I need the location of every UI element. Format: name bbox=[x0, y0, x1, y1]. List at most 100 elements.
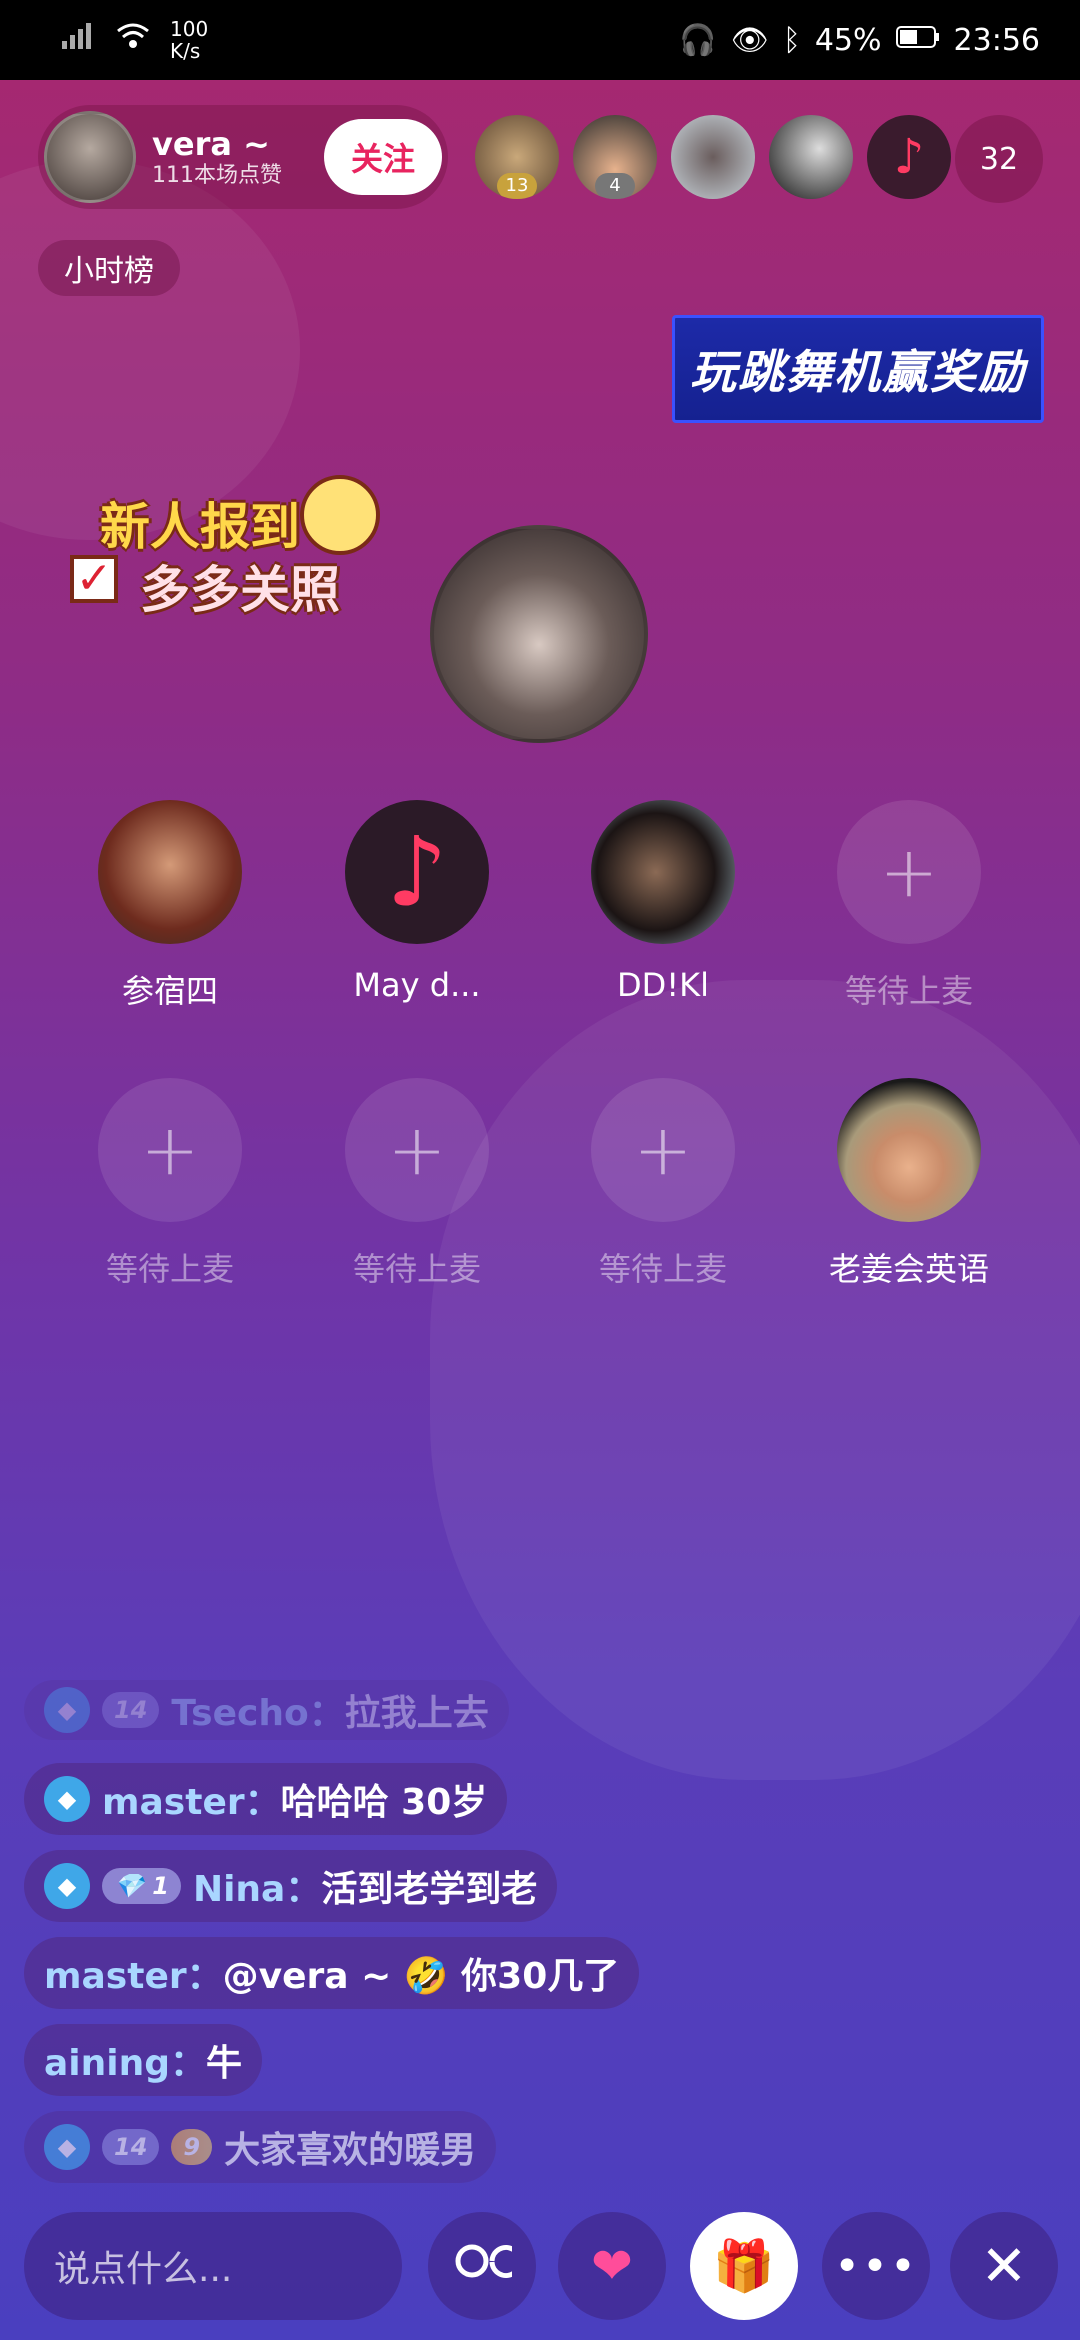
chat-username[interactable]: master： bbox=[102, 1773, 281, 1825]
mic-seat[interactable]: ♪ May d... bbox=[317, 800, 517, 1004]
chat-message[interactable]: master： @vera ~ 🤣 你30几了 bbox=[24, 1937, 640, 2009]
interaction-button[interactable]: ❤ bbox=[558, 2212, 666, 2320]
add-seat-button[interactable]: + bbox=[345, 1078, 489, 1222]
level-badge-icon: ◆ bbox=[44, 1776, 90, 1822]
more-button[interactable]: ••• bbox=[822, 2212, 930, 2320]
sticker-line-2: 多多关照 bbox=[140, 561, 340, 619]
chat-message[interactable]: ◆ 14 9 大家喜欢的暖男 bbox=[24, 2111, 497, 2183]
mic-seat-empty[interactable]: + 等待上麦 bbox=[809, 800, 1009, 1012]
user-level-badge: 💎 1 bbox=[102, 1868, 181, 1904]
hourly-rank-button[interactable]: 小时榜 bbox=[38, 240, 180, 296]
plus-icon: + bbox=[633, 1109, 693, 1191]
chat-text: 牛 bbox=[206, 2043, 243, 2084]
seat-label: 参宿四 bbox=[121, 972, 218, 1010]
seat-label: May d... bbox=[353, 966, 481, 1004]
chat-message[interactable]: ◆ master： 哈哈哈 30岁 bbox=[24, 1763, 508, 1835]
seat-avatar[interactable] bbox=[837, 1078, 981, 1222]
level-badge-icon: ◆ bbox=[44, 1863, 90, 1909]
signal-icon bbox=[60, 21, 96, 59]
net-speed: 100 K/s bbox=[170, 17, 209, 63]
link-icon bbox=[452, 2237, 523, 2295]
plus-icon: + bbox=[140, 1109, 200, 1191]
audience-rank-badge: 4 bbox=[595, 173, 635, 199]
audience-avatar[interactable]: 4 bbox=[573, 115, 657, 199]
audience-avatar[interactable]: 13 bbox=[475, 115, 559, 199]
chat-message[interactable]: aining： 牛 bbox=[24, 2024, 263, 2096]
more-dots-icon: ••• bbox=[834, 2240, 918, 2292]
add-seat-button[interactable]: + bbox=[837, 800, 981, 944]
audience-avatar[interactable] bbox=[769, 115, 853, 199]
host-avatar[interactable] bbox=[44, 111, 136, 203]
user-level-badge: 14 bbox=[102, 2129, 160, 2165]
chat-text: 活到老学到老 bbox=[321, 1869, 538, 1910]
sticker-line-1: 新人报到 bbox=[100, 498, 300, 556]
close-icon: ✕ bbox=[980, 2233, 1028, 2299]
audience-count[interactable]: 32 bbox=[955, 115, 1043, 203]
gift-button[interactable]: 🎁 bbox=[690, 2212, 798, 2320]
add-seat-button[interactable]: + bbox=[591, 1078, 735, 1222]
dance-machine-banner[interactable]: 玩跳舞机赢奖励 bbox=[672, 315, 1044, 423]
chat-text: 拉我上去 bbox=[344, 1693, 489, 1734]
seat-avatar[interactable]: ♪ bbox=[345, 800, 489, 944]
link-mic-button[interactable] bbox=[428, 2212, 536, 2320]
mic-seat-empty[interactable]: + 等待上麦 bbox=[70, 1078, 270, 1290]
battery-percent: 45% bbox=[814, 22, 882, 58]
seat-avatar[interactable] bbox=[591, 800, 735, 944]
level-badge-icon: ◆ bbox=[44, 1687, 90, 1733]
mic-seat-empty[interactable]: + 等待上麦 bbox=[563, 1078, 763, 1290]
audience-avatar[interactable]: ♪ bbox=[867, 115, 951, 199]
chat-username[interactable]: Nina： bbox=[193, 1860, 321, 1912]
eye-icon: 👁 bbox=[730, 22, 769, 58]
mic-seat[interactable]: 老姜会英语 bbox=[809, 1078, 1009, 1290]
host-likes: 111本场点赞 bbox=[152, 163, 282, 188]
audience-avatar[interactable] bbox=[671, 115, 755, 199]
add-seat-button[interactable]: + bbox=[98, 1078, 242, 1222]
chat-username[interactable]: master： bbox=[44, 1947, 223, 1999]
comment-input[interactable]: 说点什么... bbox=[24, 2212, 402, 2320]
bluetooth-icon: ᛒ bbox=[782, 22, 801, 58]
chat-message[interactable]: ◆ 💎 1 Nina： 活到老学到老 bbox=[24, 1850, 558, 1922]
seat-label: 等待上麦 bbox=[105, 1250, 234, 1288]
status-bar: 100 K/s 🎧 👁 ᛒ 45% 23:56 bbox=[0, 0, 1080, 80]
mic-seat[interactable]: 参宿四 bbox=[70, 800, 270, 1012]
seat-label: 等待上麦 bbox=[352, 1250, 481, 1288]
host-profile-pill[interactable]: vera ~ 111本场点赞 关注 bbox=[38, 105, 448, 209]
chat-text: @vera ~ 🤣 你30几了 bbox=[222, 1956, 620, 1997]
chat-message[interactable]: ◆ 14 Tsecho： 拉我上去 bbox=[24, 1680, 509, 1740]
battery-icon bbox=[895, 23, 940, 58]
user-level-badge: 14 bbox=[102, 1692, 160, 1728]
clock: 23:56 bbox=[953, 22, 1040, 58]
audience-list: 13 4 ♪ bbox=[475, 115, 951, 199]
welcome-sticker: 新人报到 ✓ 多多关照 bbox=[70, 475, 390, 619]
host-name: vera ~ bbox=[152, 124, 270, 163]
headphones-icon: 🎧 bbox=[679, 22, 717, 58]
audience-rank-badge: 13 bbox=[497, 173, 537, 199]
checkbox-icon: ✓ bbox=[70, 555, 118, 603]
chat-text: 哈哈哈 30岁 bbox=[280, 1782, 488, 1823]
level-badge-icon: ◆ bbox=[44, 2124, 90, 2170]
bottom-toolbar: 说点什么... ❤ 🎁 ••• ✕ bbox=[0, 2200, 1080, 2340]
plus-icon: + bbox=[879, 831, 939, 913]
mic-seat[interactable]: DD!Kl bbox=[563, 800, 763, 1004]
gift-icon: 🎁 bbox=[712, 2236, 776, 2295]
heart-planet-icon: ❤ bbox=[591, 2237, 633, 2295]
wifi-icon bbox=[114, 21, 152, 59]
seat-label: 等待上麦 bbox=[598, 1250, 727, 1288]
plus-icon: + bbox=[387, 1109, 447, 1191]
fan-level-badge: 9 bbox=[171, 2129, 213, 2165]
chat-text: 大家喜欢的暖男 bbox=[224, 2130, 477, 2171]
music-note-icon: ♪ bbox=[893, 129, 925, 185]
seat-label: DD!Kl bbox=[617, 966, 709, 1004]
music-note-icon: ♪ bbox=[386, 816, 448, 928]
seat-label: 老姜会英语 bbox=[828, 1250, 989, 1288]
seat-avatar[interactable] bbox=[98, 800, 242, 944]
chat-username[interactable]: aining： bbox=[44, 2034, 206, 2086]
close-button[interactable]: ✕ bbox=[950, 2212, 1058, 2320]
follow-button[interactable]: 关注 bbox=[324, 119, 442, 195]
mic-seat-empty[interactable]: + 等待上麦 bbox=[317, 1078, 517, 1290]
live-room-screen: { "status_bar":{"net_speed_value":"100",… bbox=[0, 0, 1080, 2340]
seat-label: 等待上麦 bbox=[844, 972, 973, 1010]
chat-username[interactable]: Tsecho： bbox=[171, 1684, 344, 1736]
smile-face-icon bbox=[300, 475, 380, 555]
host-mic-seat[interactable] bbox=[430, 525, 648, 743]
